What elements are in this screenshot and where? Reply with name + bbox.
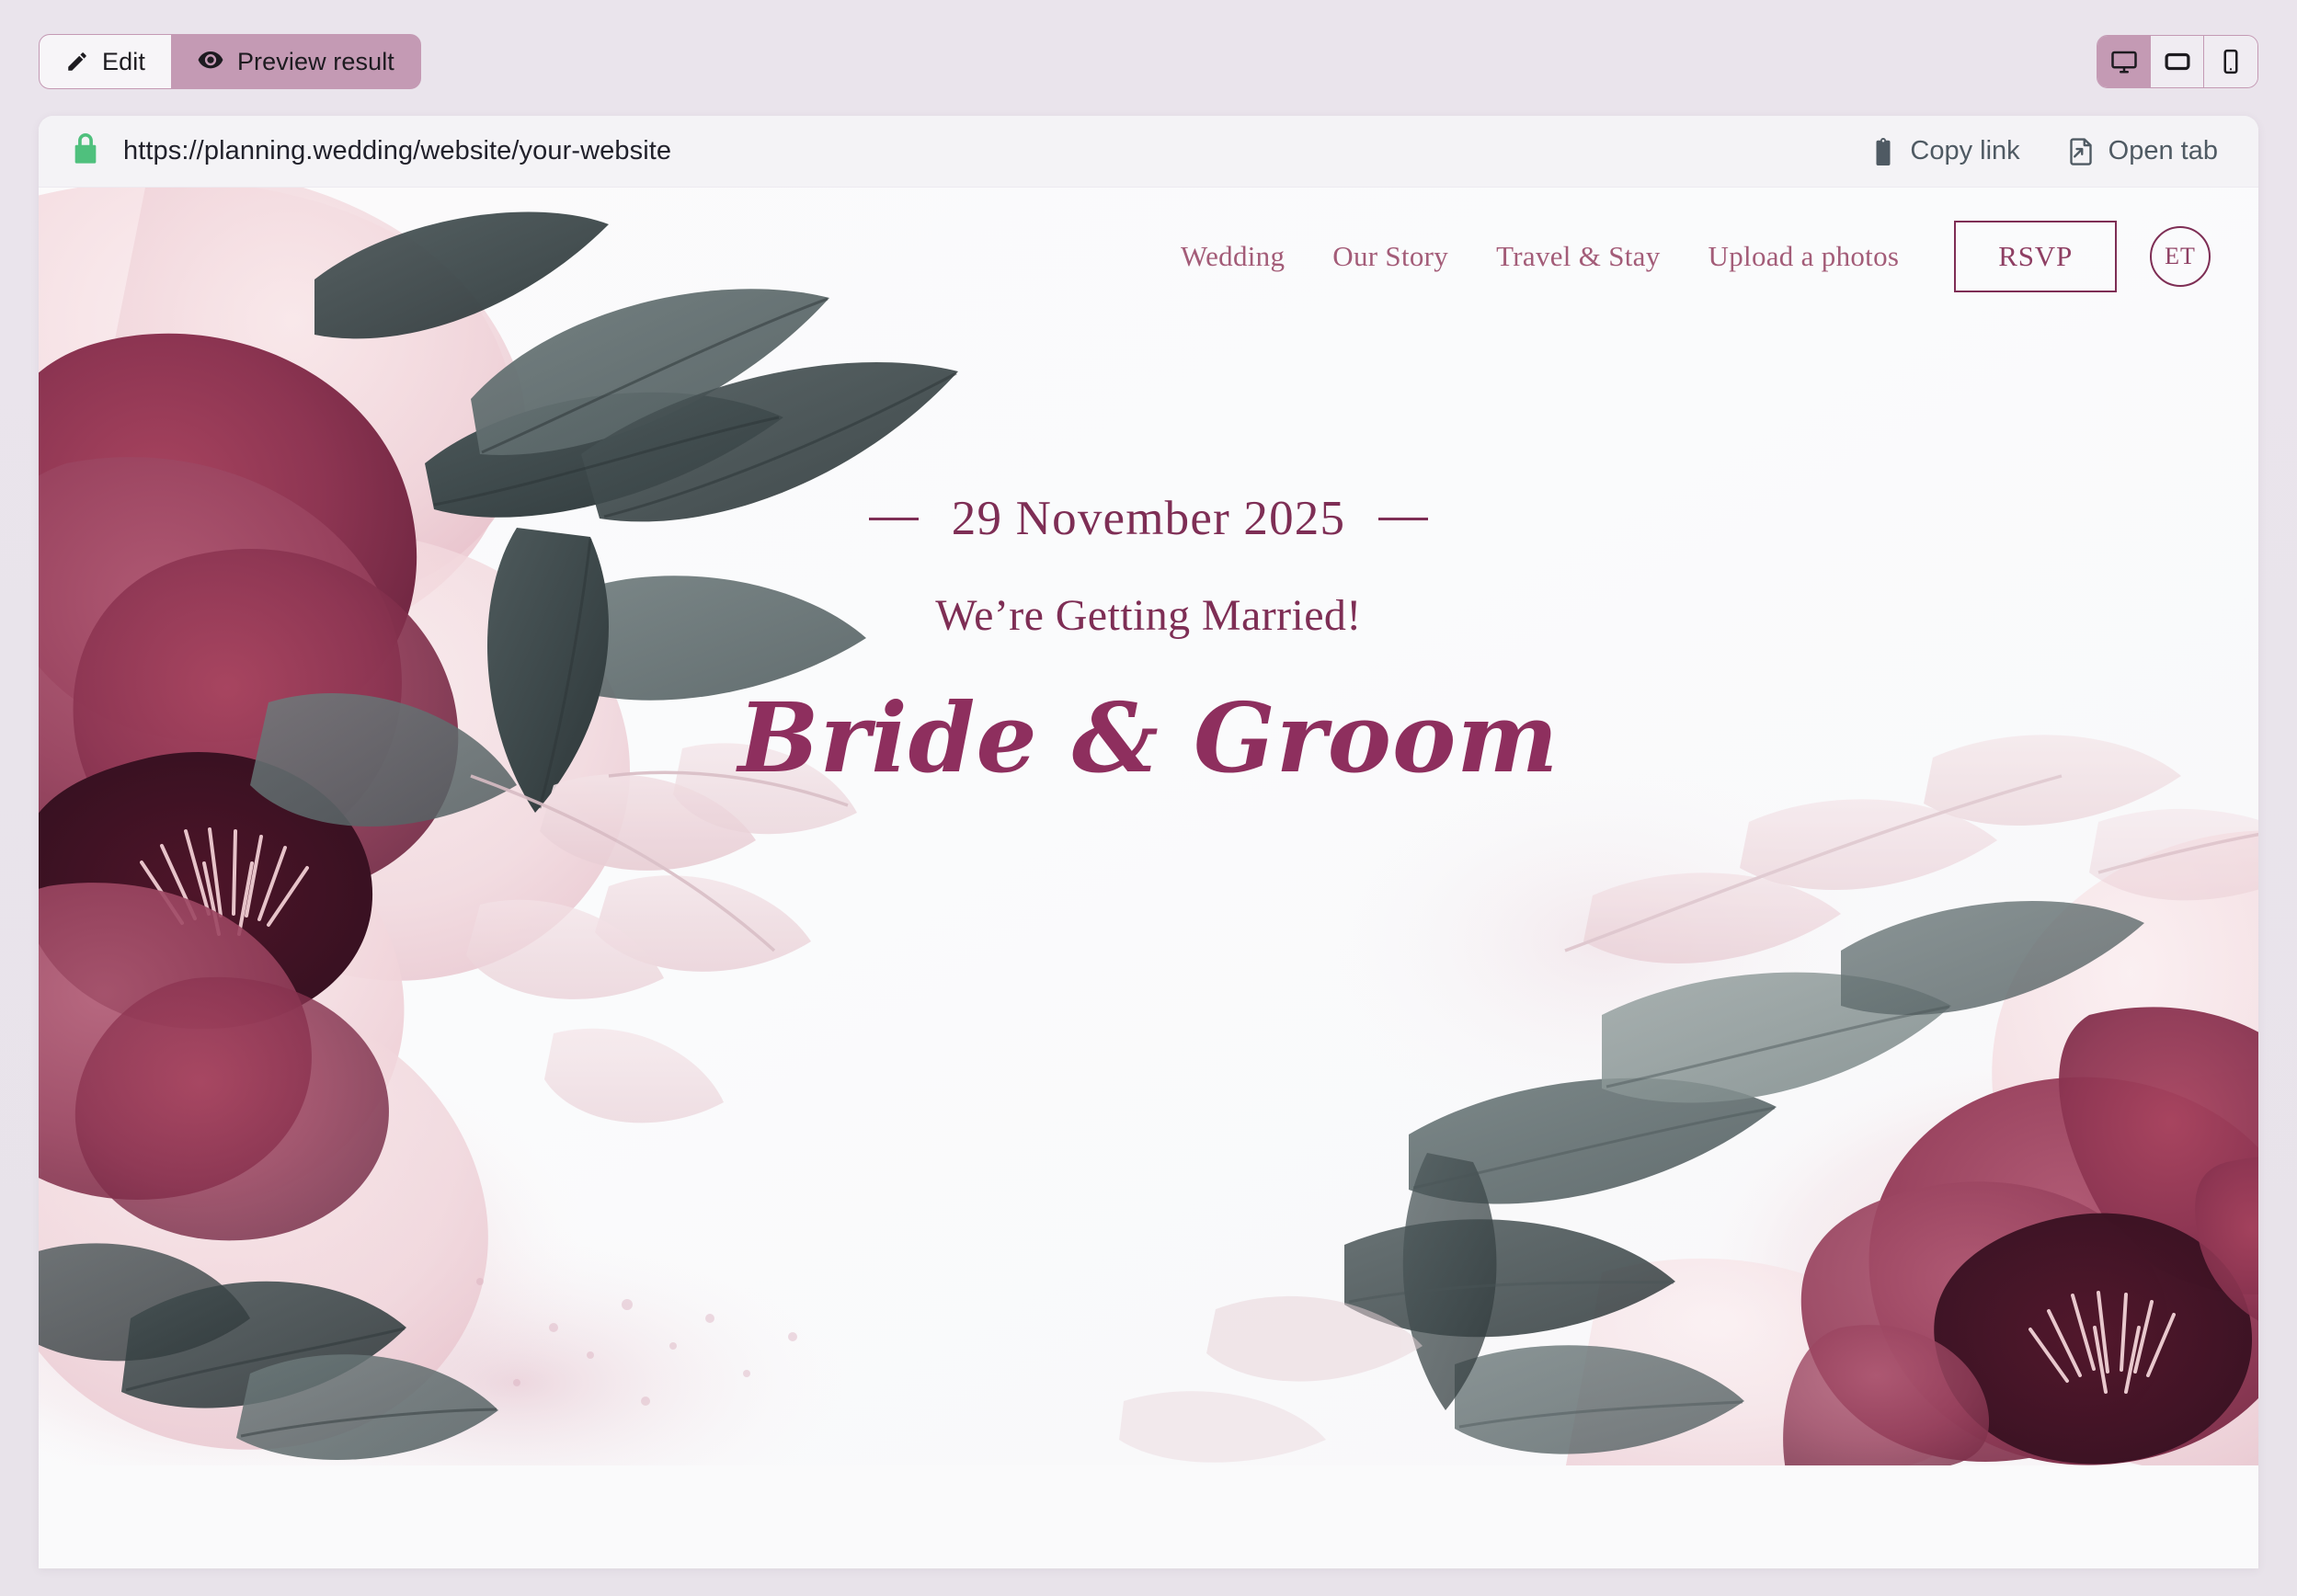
dash-left-icon: [868, 517, 919, 520]
device-mobile-button[interactable]: [2204, 36, 2257, 87]
dash-right-icon: [1378, 517, 1429, 520]
pencil-icon: [65, 50, 89, 74]
nav-link-wedding[interactable]: Wedding: [1157, 240, 1308, 273]
browser-url-bar: https://planning.wedding/website/your-we…: [39, 116, 2258, 188]
copy-link-label: Copy link: [1910, 136, 2020, 165]
nav-link-travel-stay[interactable]: Travel & Stay: [1472, 240, 1684, 273]
rsvp-button[interactable]: RSVP: [1954, 221, 2117, 292]
copy-link-button[interactable]: Copy link: [1871, 136, 2020, 166]
open-external-icon: [2068, 137, 2094, 165]
edit-mode-label: Edit: [102, 47, 145, 75]
wedding-site-nav: Wedding Our Story Travel & Stay Upload a…: [1157, 221, 2211, 292]
floral-watercolor-background: [39, 188, 2258, 1465]
wedding-website-hero: Wedding Our Story Travel & Stay Upload a…: [39, 188, 2258, 1465]
device-toggle-group: [2097, 35, 2258, 88]
open-tab-button[interactable]: Open tab: [2068, 136, 2218, 166]
mobile-icon: [2217, 48, 2245, 75]
mode-toggle-group: Edit Preview result: [39, 34, 421, 89]
hero-tagline: We’re Getting Married!: [935, 591, 1362, 640]
nav-link-upload-photos[interactable]: Upload a photos: [1685, 240, 1924, 273]
device-desktop-button[interactable]: [2097, 36, 2151, 87]
app-window: Edit Preview result https://planning.wed…: [0, 0, 2297, 1596]
wedding-date: 29 November 2025: [951, 492, 1346, 545]
edit-mode-button[interactable]: Edit: [40, 35, 171, 88]
editor-toolbar: Edit Preview result: [0, 0, 2297, 123]
wedding-date-row: 29 November 2025: [39, 491, 2258, 546]
eye-icon: [197, 51, 224, 72]
preview-browser-card: https://planning.wedding/website/your-we…: [39, 116, 2258, 1568]
open-tab-label: Open tab: [2108, 136, 2218, 165]
clipboard-icon: [1871, 137, 1895, 165]
lock-icon: [72, 133, 99, 169]
tablet-icon: [2164, 48, 2191, 75]
preview-mode-button[interactable]: Preview result: [170, 35, 420, 88]
couple-names: Bride & Groom: [737, 681, 1560, 794]
desktop-icon: [2110, 48, 2138, 75]
nav-link-our-story[interactable]: Our Story: [1308, 240, 1472, 273]
avatar[interactable]: ET: [2150, 226, 2211, 287]
url-text[interactable]: https://planning.wedding/website/your-we…: [123, 136, 671, 166]
page-content-below-hero: [39, 1465, 2258, 1568]
device-tablet-button[interactable]: [2151, 36, 2204, 87]
hero-text-block: 29 November 2025 We’re Getting Married! …: [39, 491, 2258, 794]
preview-mode-label: Preview result: [236, 47, 394, 75]
